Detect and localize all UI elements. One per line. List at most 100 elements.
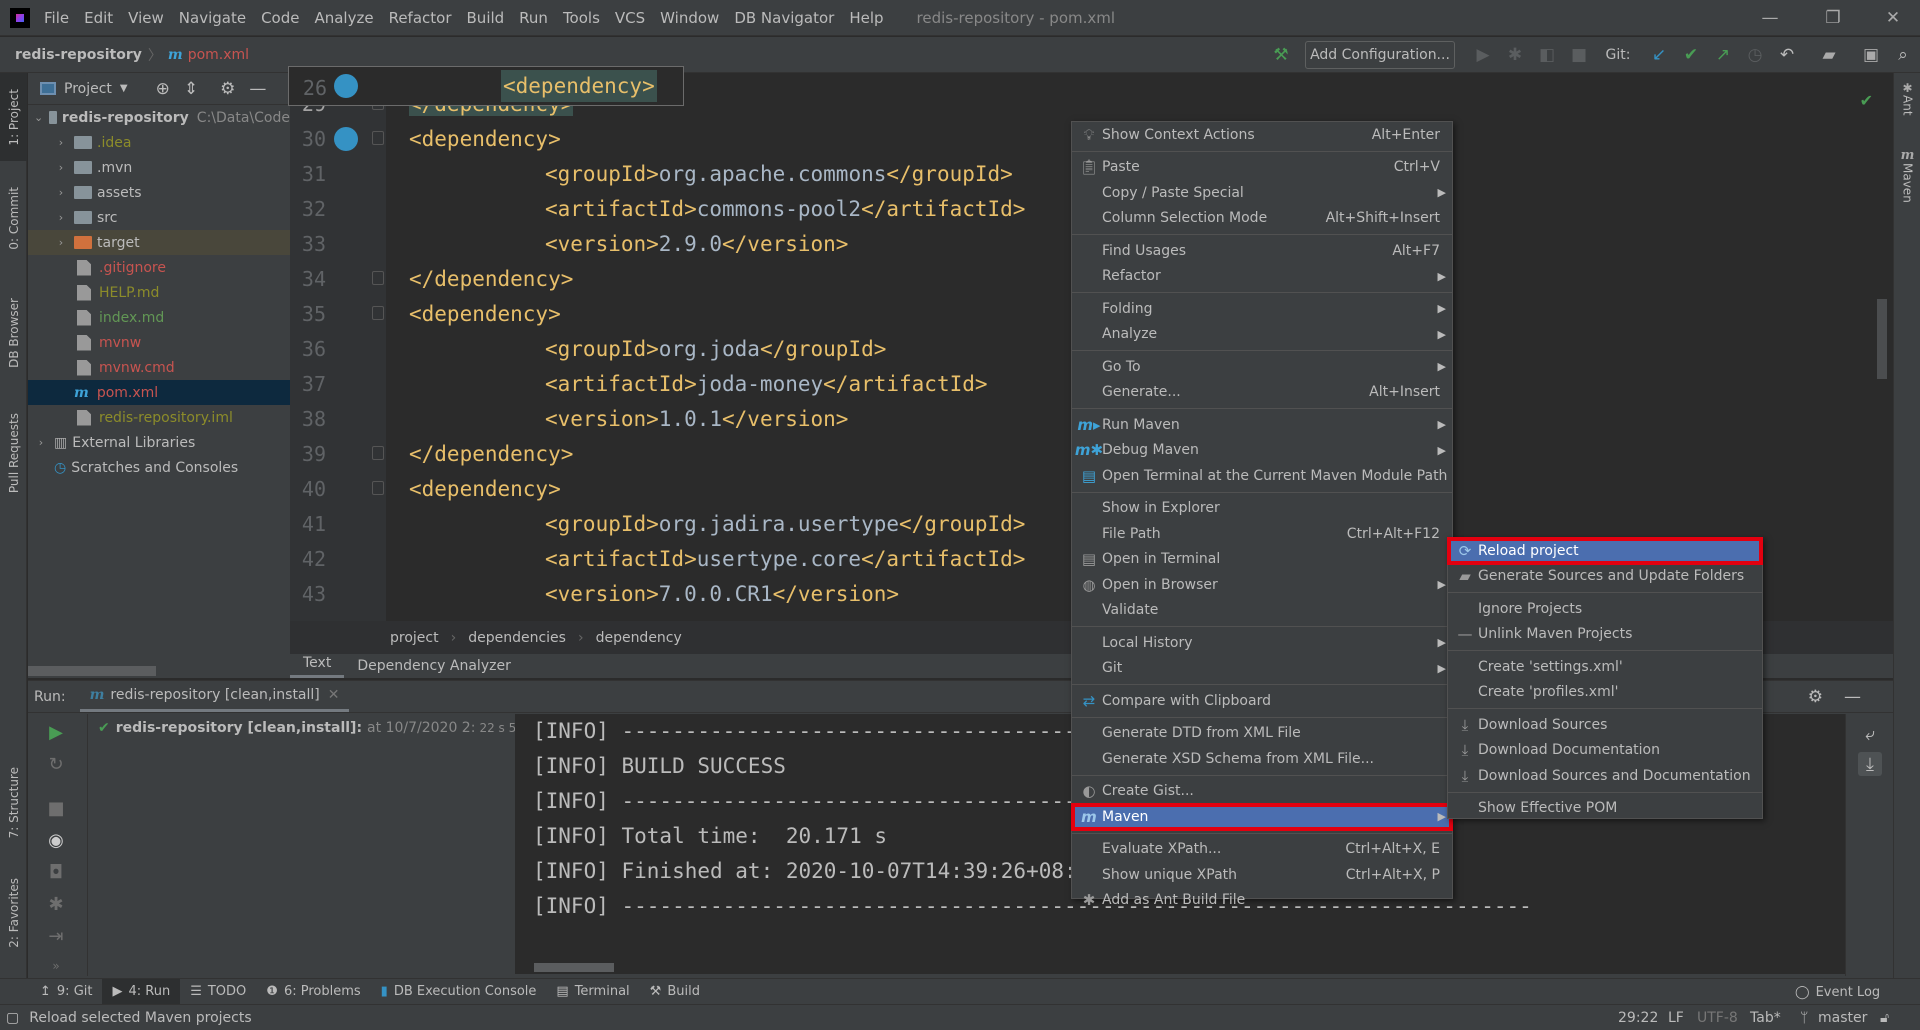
menu-item-add-as-ant-build-file[interactable]: ✱ Add as Ant Build File: [1072, 888, 1452, 914]
rerun-icon[interactable]: ▶: [44, 720, 68, 744]
menu-item-show-context-actions[interactable]: 💡︎ Show Context Actions Alt+Enter: [1072, 122, 1452, 148]
fold-marker-icon[interactable]: [372, 446, 384, 461]
fold-marker-icon[interactable]: [372, 131, 384, 145]
run-tab[interactable]: m redis-repository [clean,install] ✕: [79, 681, 350, 712]
tool-tab-ant[interactable]: ✱ Ant: [1894, 81, 1920, 116]
menu-item-generate[interactable]: Generate... Alt+Insert: [1072, 380, 1452, 406]
tree-item-mvn[interactable]: › .mvn: [28, 155, 290, 180]
tool-tab-maven[interactable]: m Maven: [1894, 148, 1920, 203]
hide-panel-icon[interactable]: —: [249, 79, 266, 99]
collapse-all-icon[interactable]: ⇕: [184, 79, 198, 99]
chevron-down-icon[interactable]: ▼: [120, 83, 128, 94]
tree-external-libraries[interactable]: › ▥ External Libraries: [28, 430, 290, 455]
menu-navigate[interactable]: Navigate: [179, 9, 246, 27]
status-toggle-icon[interactable]: ▢: [6, 1010, 19, 1026]
tool-tab-db-browser[interactable]: DB Browser: [0, 283, 27, 383]
menu-item-evaluate-xpath[interactable]: Evaluate XPath... Ctrl+Alt+X, E: [1072, 837, 1452, 863]
minimize-button[interactable]: —: [1745, 0, 1795, 36]
menu-item-go-to[interactable]: Go To ▶: [1072, 354, 1452, 380]
tree-item-index-md[interactable]: index.md: [28, 305, 290, 330]
tree-scratches[interactable]: ◷ Scratches and Consoles: [28, 455, 290, 480]
nav-project[interactable]: redis-repository: [15, 47, 142, 63]
menu-item-open-in-browser[interactable]: ◍ Open in Browser ▶: [1072, 572, 1452, 598]
menu-run[interactable]: Run: [519, 9, 548, 27]
menu-vcs[interactable]: VCS: [615, 9, 645, 27]
project-horizontal-scrollbar[interactable]: [28, 666, 156, 676]
run-icon[interactable]: ▶: [1470, 42, 1496, 68]
menu-tools[interactable]: Tools: [563, 9, 600, 27]
stop-icon[interactable]: ■: [1566, 42, 1592, 68]
tool-tab-favorites[interactable]: 2: Favorites: [0, 863, 27, 963]
menu-item-download-sources-and-documentation[interactable]: ⤓ Download Sources and Documentation: [1448, 763, 1762, 789]
scroll-to-end-icon[interactable]: ⤓: [1858, 752, 1882, 776]
menu-item-create-settings-xml[interactable]: Create 'settings.xml': [1448, 654, 1762, 680]
chevron-right-icon[interactable]: ›: [54, 136, 68, 149]
tree-root[interactable]: ⌄ redis-repository C:\Data\Code: [28, 105, 290, 130]
menu-item-open-terminal-at-the-current-maven-module-path[interactable]: ▤ Open Terminal at the Current Maven Modu…: [1072, 463, 1452, 489]
debug-icon[interactable]: ✱: [1502, 42, 1528, 68]
menu-item-create-gist[interactable]: ◐ Create Gist...: [1072, 779, 1452, 805]
restore-button[interactable]: ❐: [1808, 0, 1858, 36]
tool-tab-4-run[interactable]: ▶ 4: Run: [102, 978, 181, 1005]
indent-setting[interactable]: Tab*: [1750, 1010, 1781, 1026]
tree-item-help-md[interactable]: HELP.md: [28, 280, 290, 305]
search-icon[interactable]: ⌕: [1890, 42, 1916, 68]
menu-edit[interactable]: Edit: [84, 9, 113, 27]
menu-item-reload-project[interactable]: ⟳ Reload project: [1447, 537, 1763, 565]
debug-icon[interactable]: ✱: [44, 892, 68, 916]
terminal-toggle-icon[interactable]: ▣: [1858, 42, 1884, 68]
add-configuration-button[interactable]: Add Configuration...: [1305, 41, 1455, 69]
tool-tab-structure[interactable]: 7: Structure: [0, 753, 27, 853]
camera-icon[interactable]: ◘: [44, 860, 68, 884]
close-button[interactable]: ✕: [1868, 0, 1918, 36]
tool-tab-9-git[interactable]: ↥ 9: Git: [30, 979, 102, 1005]
more-icon[interactable]: »: [44, 954, 68, 978]
maven-override-icon[interactable]: [334, 127, 358, 151]
run-entry[interactable]: ✔ redis-repository [clean,install]: at 1…: [90, 714, 553, 742]
git-branch[interactable]: master: [1818, 1010, 1867, 1026]
menu-item-maven[interactable]: m Maven ▶: [1071, 803, 1453, 831]
menu-item-git[interactable]: Git ▶: [1072, 656, 1452, 682]
import-icon[interactable]: ⇥: [44, 924, 68, 948]
rollback-icon[interactable]: ↶: [1774, 42, 1800, 68]
editor-vertical-scrollbar[interactable]: [1877, 299, 1887, 379]
chevron-right-icon[interactable]: ›: [54, 161, 68, 174]
breadcrumb-dependency[interactable]: dependency: [596, 630, 682, 646]
menu-build[interactable]: Build: [467, 9, 505, 27]
git-update-icon[interactable]: ↙: [1646, 42, 1672, 68]
breadcrumb-project[interactable]: project: [390, 630, 439, 646]
chevron-right-icon[interactable]: ›: [34, 436, 48, 449]
menu-item-find-usages[interactable]: Find Usages Alt+F7: [1072, 238, 1452, 264]
menu-item-analyze[interactable]: Analyze ▶: [1072, 322, 1452, 348]
rerun-failed-icon[interactable]: ↻: [44, 752, 68, 776]
tool-tab-6-problems[interactable]: ❶ 6: Problems: [256, 979, 370, 1005]
menu-item-validate[interactable]: Validate: [1072, 598, 1452, 624]
menu-item-paste[interactable]: 📋︎ Paste Ctrl+V: [1072, 155, 1452, 181]
menu-help[interactable]: Help: [849, 9, 883, 27]
menu-item-column-selection-mode[interactable]: Column Selection Mode Alt+Shift+Insert: [1072, 206, 1452, 232]
lock-icon[interactable]: 🔓︎: [1880, 1010, 1889, 1026]
gear-icon[interactable]: ⚙: [220, 79, 235, 99]
chevron-right-icon[interactable]: ›: [54, 186, 68, 199]
coverage-icon[interactable]: ◧: [1534, 42, 1560, 68]
menu-item-open-in-terminal[interactable]: ▤ Open in Terminal: [1072, 547, 1452, 573]
menu-item-generate-sources-and-update-folders[interactable]: ▰ Generate Sources and Update Folders: [1448, 564, 1762, 590]
fold-marker-icon[interactable]: [372, 271, 384, 286]
git-push-icon[interactable]: ↗: [1710, 42, 1736, 68]
tree-item-mvnw-cmd[interactable]: mvnw.cmd: [28, 355, 290, 380]
chevron-right-icon[interactable]: ›: [54, 211, 68, 224]
event-log-button[interactable]: ◯ Event Log: [1795, 980, 1880, 1004]
tab-text[interactable]: Text: [290, 655, 345, 678]
tree-item-mvnw[interactable]: mvnw: [28, 330, 290, 355]
tree-item-idea[interactable]: › .idea: [28, 130, 290, 155]
menu-item-ignore-projects[interactable]: Ignore Projects: [1448, 596, 1762, 622]
menu-item-unlink-maven-projects[interactable]: — Unlink Maven Projects: [1448, 622, 1762, 648]
tree-item-target[interactable]: › target: [28, 230, 290, 255]
file-encoding[interactable]: UTF-8: [1697, 1010, 1738, 1026]
soft-wrap-icon[interactable]: ⤶: [1858, 722, 1882, 746]
nav-file[interactable]: pom.xml: [188, 47, 249, 63]
menu-item-refactor[interactable]: Refactor ▶: [1072, 264, 1452, 290]
menu-db-navigator[interactable]: DB Navigator: [734, 9, 834, 27]
menu-item-generate-dtd-from-xml-file[interactable]: Generate DTD from XML File: [1072, 721, 1452, 747]
menu-item-generate-xsd-schema-from-xml-file[interactable]: Generate XSD Schema from XML File...: [1072, 746, 1452, 772]
